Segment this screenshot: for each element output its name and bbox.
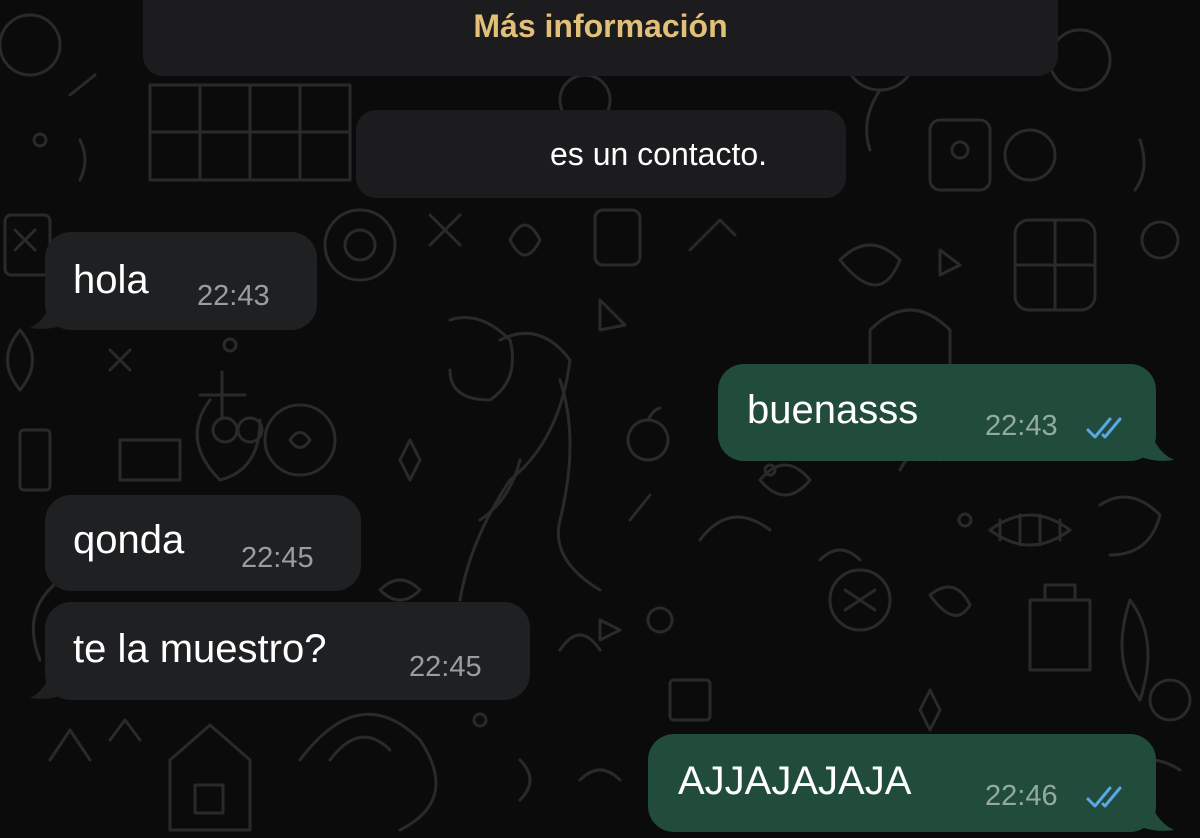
redacted-contact-name — [396, 152, 536, 160]
more-info-link[interactable]: Más información — [143, 8, 1058, 45]
message-bubble[interactable]: AJJAJAJAJA 22:46 — [648, 734, 1156, 832]
message-bubble[interactable]: te la muestro? 22:45 — [45, 602, 530, 700]
message-time: 22:46 — [985, 780, 1058, 812]
double-check-read-icon — [1086, 417, 1122, 439]
message-text: hola — [73, 258, 149, 302]
double-check-read-icon — [1086, 786, 1122, 808]
message-time: 22:43 — [197, 280, 270, 312]
message-time: 22:43 — [985, 410, 1058, 442]
chat-screen: Más información es un contacto. hola 22:… — [0, 0, 1200, 838]
message-text: qonda — [73, 518, 185, 562]
contact-notice-text: es un contacto. — [550, 136, 768, 172]
message-bubble[interactable]: qonda 22:45 — [45, 495, 361, 591]
contact-notice: es un contacto. — [356, 110, 846, 198]
message-time: 22:45 — [409, 651, 482, 683]
message-bubble[interactable]: hola 22:43 — [45, 232, 317, 330]
message-text: AJJAJAJAJA — [678, 759, 912, 803]
message-time: 22:45 — [241, 542, 314, 574]
message-text: buenasss — [747, 388, 919, 432]
message-bubble[interactable]: buenasss 22:43 — [718, 364, 1156, 461]
info-banner: Más información — [143, 0, 1058, 76]
message-text: te la muestro? — [73, 627, 327, 671]
